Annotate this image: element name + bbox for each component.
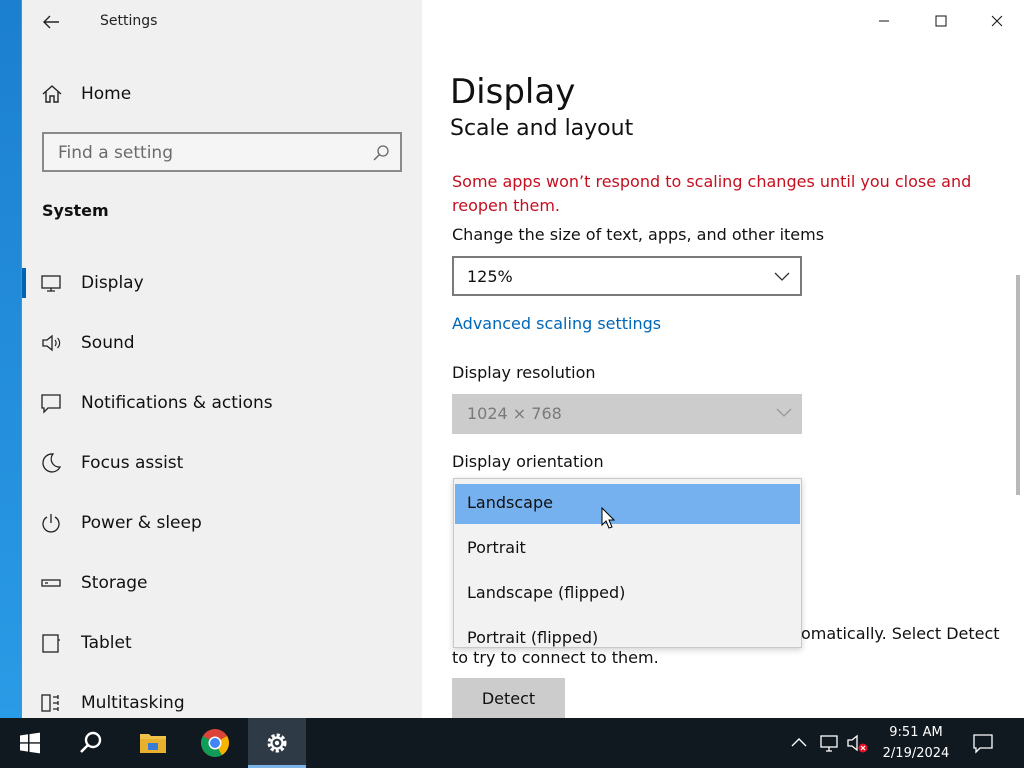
search-placeholder: Find a setting xyxy=(58,143,173,163)
orientation-label: Display orientation xyxy=(452,452,604,471)
network-icon[interactable] xyxy=(818,732,840,754)
minimize-button[interactable] xyxy=(855,0,912,44)
search-icon xyxy=(80,731,102,753)
back-arrow-icon xyxy=(43,15,59,29)
resolution-label: Display resolution xyxy=(452,363,596,382)
desktop-background xyxy=(0,0,21,718)
file-explorer-button[interactable] xyxy=(124,718,182,768)
chevron-up-icon[interactable] xyxy=(788,732,810,754)
gear-icon xyxy=(267,733,287,753)
scale-value: 125% xyxy=(467,267,513,286)
clock-time: 9:51 AM xyxy=(889,725,943,740)
sidebar-item-label: Multitasking xyxy=(81,693,185,713)
orientation-dropdown-list: Landscape Portrait Landscape (flipped) P… xyxy=(453,478,802,648)
resolution-dropdown[interactable]: 1024 × 768 xyxy=(452,394,802,434)
sidebar-item-power-sleep[interactable]: Power & sleep xyxy=(22,502,422,562)
chevron-down-icon xyxy=(774,272,790,281)
scrollbar[interactable] xyxy=(1016,275,1020,495)
system-clock[interactable]: 9:51 AM 2/19/2024 xyxy=(868,722,964,764)
detect-button[interactable]: Detect xyxy=(452,678,565,718)
titlebar: Settings xyxy=(22,0,422,44)
tablet-icon xyxy=(42,634,60,653)
option-label: Portrait (flipped) xyxy=(467,628,599,647)
mouse-cursor-icon xyxy=(601,507,615,529)
sidebar-item-label: Notifications & actions xyxy=(81,393,273,413)
orientation-option-landscape-flipped[interactable]: Landscape (flipped) xyxy=(455,574,800,614)
home-label: Home xyxy=(81,84,132,104)
moon-icon xyxy=(42,453,62,473)
monitor-icon xyxy=(41,275,61,292)
section-header-system: System xyxy=(42,201,109,220)
page-title: Display xyxy=(450,72,576,112)
sidebar: Settings Home Find a setting System Disp xyxy=(22,0,422,718)
scaling-warning: Some apps won’t respond to scaling chang… xyxy=(452,172,972,215)
sidebar-item-label: Focus assist xyxy=(81,453,184,473)
windows-logo-icon xyxy=(20,732,40,754)
volume-muted-icon[interactable] xyxy=(846,732,868,754)
sidebar-item-label: Tablet xyxy=(81,633,132,653)
power-icon xyxy=(42,514,60,533)
message-icon xyxy=(41,394,61,414)
settings-taskbar-button[interactable] xyxy=(248,718,306,768)
sidebar-item-label: Power & sleep xyxy=(81,513,202,533)
sidebar-nav: Display Sound Notifications & actions Fo… xyxy=(22,262,422,718)
home-icon xyxy=(42,85,62,103)
maximize-button[interactable] xyxy=(912,0,969,44)
section-title: Scale and layout xyxy=(450,116,634,141)
search-input[interactable]: Find a setting xyxy=(42,132,402,172)
close-icon xyxy=(991,15,1002,27)
scale-dropdown[interactable]: 125% xyxy=(452,256,802,296)
app-title: Settings xyxy=(100,13,158,29)
advanced-scaling-link[interactable]: Advanced scaling settings xyxy=(452,314,661,333)
option-label: Landscape xyxy=(467,493,553,512)
notification-center-icon[interactable] xyxy=(972,732,994,754)
folder-icon xyxy=(140,734,166,753)
chevron-down-icon xyxy=(776,408,792,417)
back-button[interactable] xyxy=(36,8,66,36)
storage-icon xyxy=(41,579,61,587)
minimize-icon xyxy=(878,20,889,22)
sidebar-item-label: Storage xyxy=(81,573,148,593)
main-content: Display Scale and layout Some apps won’t… xyxy=(422,0,1024,718)
sidebar-item-notifications[interactable]: Notifications & actions xyxy=(22,382,422,442)
clock-date: 2/19/2024 xyxy=(882,746,950,761)
start-button[interactable] xyxy=(0,718,58,768)
orientation-option-portrait-flipped[interactable]: Portrait (flipped) xyxy=(455,619,800,659)
scale-label: Change the size of text, apps, and other… xyxy=(452,225,825,244)
settings-window: Settings Home Find a setting System Disp xyxy=(21,0,1024,718)
sidebar-item-multitasking[interactable]: Multitasking xyxy=(22,682,422,718)
sidebar-item-sound[interactable]: Sound xyxy=(22,322,422,382)
orientation-option-landscape[interactable]: Landscape xyxy=(455,484,800,524)
sidebar-item-focus-assist[interactable]: Focus assist xyxy=(22,442,422,502)
chrome-button[interactable] xyxy=(186,718,244,768)
sidebar-item-storage[interactable]: Storage xyxy=(22,562,422,622)
multitasking-icon xyxy=(41,694,59,712)
sidebar-item-label: Display xyxy=(81,273,144,293)
speaker-icon xyxy=(42,334,61,352)
taskbar: 9:51 AM 2/19/2024 xyxy=(0,718,1024,768)
sidebar-item-label: Sound xyxy=(81,333,135,353)
sidebar-item-tablet[interactable]: Tablet xyxy=(22,622,422,682)
option-label: Portrait xyxy=(467,538,526,557)
close-button[interactable] xyxy=(968,0,1024,44)
search-button[interactable] xyxy=(62,718,120,768)
orientation-option-portrait[interactable]: Portrait xyxy=(455,529,800,569)
search-icon[interactable] xyxy=(372,144,390,162)
sidebar-item-display[interactable]: Display xyxy=(22,262,422,322)
maximize-icon xyxy=(935,15,946,27)
resolution-value: 1024 × 768 xyxy=(467,404,562,423)
home-nav[interactable]: Home xyxy=(22,76,422,112)
chrome-icon xyxy=(201,729,229,757)
option-label: Landscape (flipped) xyxy=(467,583,626,602)
